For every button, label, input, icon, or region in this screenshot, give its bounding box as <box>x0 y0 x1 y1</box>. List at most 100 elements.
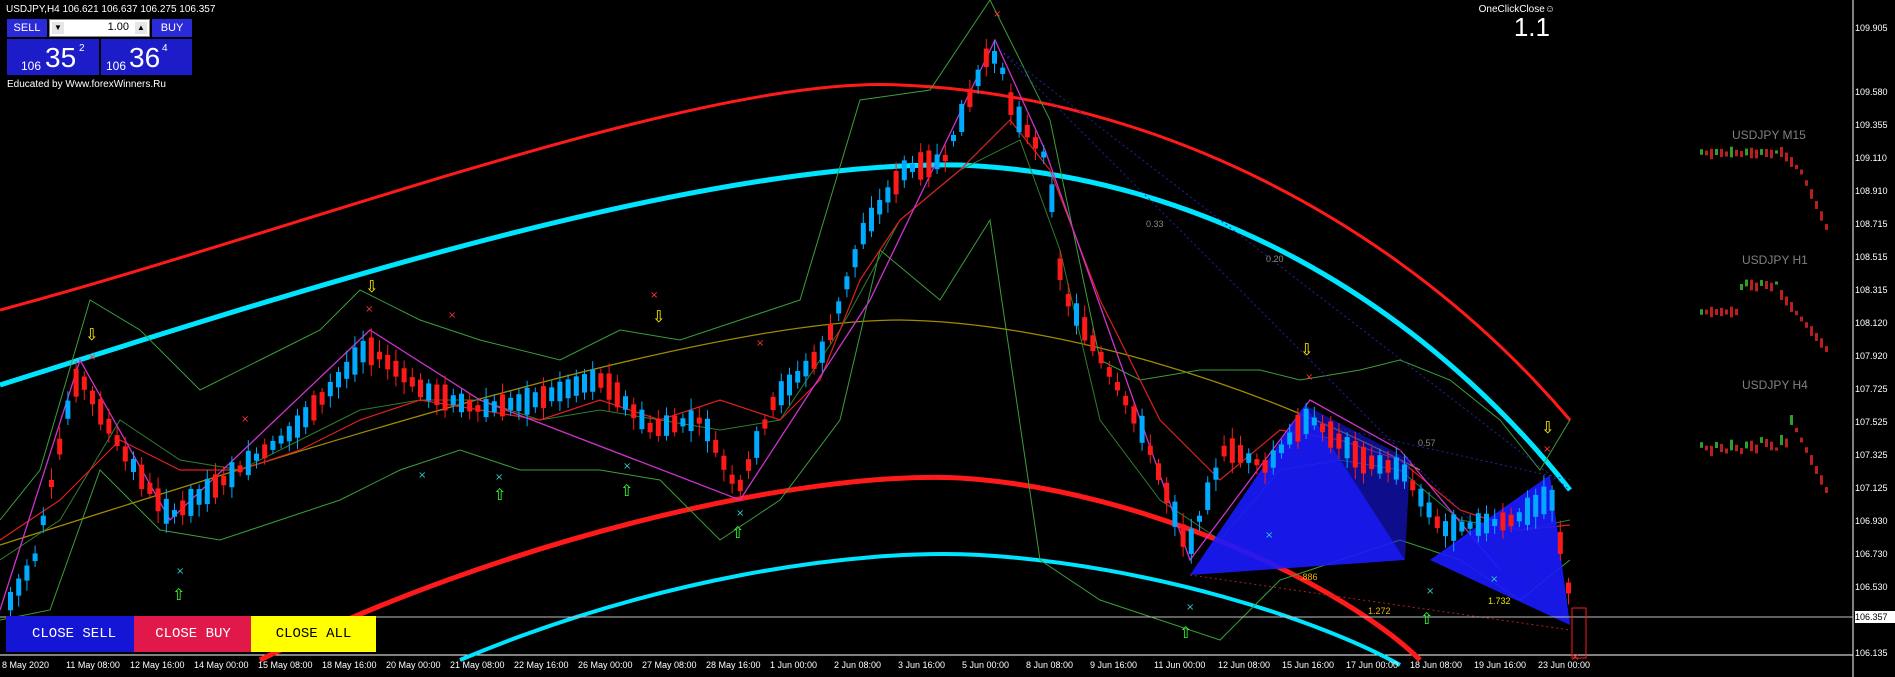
candle-body <box>188 488 194 516</box>
time-tick: 20 May 00:00 <box>386 660 441 670</box>
candle-body <box>1270 450 1276 468</box>
time-tick: 22 May 16:00 <box>514 660 569 670</box>
time-tick: 14 May 00:00 <box>194 660 249 670</box>
mini-candle <box>1765 148 1768 158</box>
lot-size-field[interactable]: ▼ 1.00 ▲ <box>49 19 150 37</box>
candle-body <box>819 341 825 363</box>
fib-label: .886 <box>1300 572 1318 582</box>
cyan-band-lower <box>459 552 1401 667</box>
candle-body <box>1328 421 1334 448</box>
close-buy-button[interactable]: CLOSE BUY <box>134 616 252 652</box>
candle-body <box>393 360 399 377</box>
cross-marker-icon: × <box>241 414 249 425</box>
candle-body <box>1197 515 1202 522</box>
candle-body <box>1566 582 1571 594</box>
price-chart[interactable]: ⇩⇩⇩⇩⇩⇧⇧ ⇧⇧⇧⇧×××××××××××× ××××××× <box>0 0 1895 677</box>
mini-candle <box>1750 147 1753 159</box>
candle-body <box>983 48 989 68</box>
candle-body <box>426 383 432 401</box>
candle-body <box>229 462 235 488</box>
cross-marker-icon: × <box>495 472 503 483</box>
buy-price-display[interactable]: 106 36 4 <box>101 39 192 75</box>
candle-body <box>1041 151 1047 158</box>
current-price-tag: 106.357 <box>1855 611 1895 623</box>
candle-body <box>959 103 965 132</box>
candle-body <box>213 474 218 498</box>
mini-candle <box>1800 316 1803 322</box>
mini-candle <box>1810 455 1813 465</box>
candle-body <box>1484 513 1489 534</box>
time-tick: 15 May 08:00 <box>258 660 313 670</box>
cross-marker-icon: × <box>993 9 1001 20</box>
mini-candle <box>1720 443 1723 453</box>
candle-body <box>565 379 571 399</box>
candle-body <box>1008 92 1014 115</box>
time-tick: 5 Jun 00:00 <box>962 660 1010 670</box>
candle-body <box>1221 445 1227 457</box>
close-sell-button[interactable]: CLOSE SELL <box>6 616 142 652</box>
candle-body <box>1344 437 1350 459</box>
mini-candle <box>1775 281 1778 285</box>
time-tick: 9 Jun 16:00 <box>1090 660 1138 670</box>
mini-candle <box>1750 279 1753 291</box>
sell-button[interactable]: SELL <box>7 19 47 37</box>
buy-price-big: 36 <box>129 42 161 73</box>
mini-candle <box>1750 440 1753 452</box>
mini-candle <box>1730 306 1733 318</box>
time-tick: 12 Jun 08:00 <box>1218 660 1271 670</box>
price-tick: 108.715 <box>1855 219 1888 229</box>
cross-marker-icon: × <box>418 470 426 481</box>
mini-candle <box>1700 442 1703 448</box>
candle-body <box>8 591 13 611</box>
lot-value[interactable]: 1.00 <box>108 21 129 33</box>
candle-body <box>409 377 415 387</box>
candle-body <box>664 415 669 436</box>
price-tick: 107.920 <box>1855 351 1888 361</box>
mini-chart-title-m15: USDJPY M15 <box>1732 128 1806 142</box>
mini-candle <box>1705 445 1708 451</box>
cross-marker-icon: × <box>365 304 373 315</box>
candle-body <box>746 459 751 471</box>
cross-marker-icon: × <box>88 352 96 363</box>
buy-price-prefix: 106 <box>106 59 127 73</box>
sell-price-display[interactable]: 106 35 2 <box>7 39 99 75</box>
buy-button[interactable]: BUY <box>152 19 192 37</box>
mini-candle <box>1795 310 1798 316</box>
buy-arrow-icon: ⇧ <box>1420 609 1433 628</box>
triangle-up-icon[interactable]: ▲ <box>135 22 147 34</box>
cross-marker-icon: × <box>1186 602 1194 613</box>
mini-candle <box>1780 146 1783 158</box>
mini-candle <box>1820 475 1823 485</box>
close-all-button[interactable]: CLOSE ALL <box>251 616 376 652</box>
mini-candle <box>1740 447 1743 455</box>
mini-candle <box>1790 302 1793 312</box>
candle-body <box>49 479 54 488</box>
candle-body <box>106 418 112 434</box>
candle-body <box>557 381 563 402</box>
mini-candle <box>1815 333 1818 341</box>
mini-candle <box>1805 322 1808 328</box>
candle-body <box>614 382 620 408</box>
candle-body <box>1393 457 1399 480</box>
candle-body <box>311 395 317 421</box>
mini-candle <box>1735 444 1738 452</box>
candle-body <box>286 426 292 442</box>
mini-candle <box>1785 438 1788 448</box>
candle-body <box>1385 460 1391 473</box>
price-tick: 108.910 <box>1855 186 1888 196</box>
candle-body <box>368 337 374 366</box>
candle-body <box>918 152 924 180</box>
price-tick: 109.905 <box>1855 23 1888 33</box>
candle-body <box>1016 106 1022 133</box>
time-tick: 1 Jun 00:00 <box>770 660 818 670</box>
candle-body <box>713 439 719 453</box>
triangle-down-icon[interactable]: ▼ <box>52 22 64 34</box>
candle-body <box>81 376 87 390</box>
candle-body <box>459 393 464 413</box>
mini-candle <box>1795 427 1798 433</box>
price-tick: 107.725 <box>1855 384 1888 394</box>
candle-body <box>754 431 760 458</box>
candle-body <box>877 199 883 215</box>
price-tick: 108.120 <box>1855 318 1888 328</box>
candle-body <box>352 347 358 375</box>
